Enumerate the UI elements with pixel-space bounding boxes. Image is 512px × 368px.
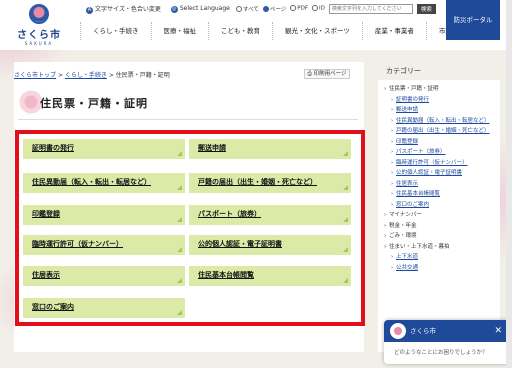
radio-icon — [290, 5, 297, 12]
globe-icon: ◎ — [170, 6, 178, 13]
radio-icon — [312, 5, 319, 12]
sidebar-item[interactable]: 住民基本台帳閲覧 — [382, 191, 498, 199]
sidebar-list: 住民票・戸籍・証明 証明書の発行 郵送申請 住民異動届（転入・転出・転居など） … — [382, 86, 498, 275]
scope-page[interactable]: ページ — [262, 5, 286, 13]
gnav-item[interactable]: 産業・事業者 — [361, 22, 426, 40]
chat-header: さくら市 ✕ — [384, 320, 510, 342]
sidebar-item[interactable]: 住民異動届（転入・転出・転居など） — [382, 118, 498, 126]
sidebar-item[interactable]: 郵送申請 — [382, 107, 498, 115]
gnav-item[interactable]: こども・教育 — [208, 22, 272, 40]
breadcrumb-link-kurashi[interactable]: くらし・手続き — [65, 72, 107, 79]
sidebar-item[interactable]: 臨時運行許可（仮ナンバー） — [382, 160, 498, 168]
scope-pdf[interactable]: PDF — [290, 5, 308, 12]
bousai-portal-button[interactable]: 防災ポータル — [446, 0, 500, 40]
site-header: さくら市 SAKURA A 文字サイズ・色合い変更 ◎ Select Languag… — [0, 0, 512, 50]
sidebar-item[interactable]: パスポート（旅券） — [382, 149, 498, 157]
sidebar-category[interactable]: 住まい・上下水道・暮拍 — [382, 244, 498, 252]
breadcrumb-separator: > — [108, 72, 116, 79]
font-size-icon: A — [86, 7, 93, 14]
category-link[interactable]: 戸籍の届出（出生・婚姻・死亡など） — [189, 173, 351, 193]
sidebar-category[interactable]: 税金・年金 — [382, 223, 498, 231]
chat-message: どのようなことにお困りでしょうか？ — [394, 350, 488, 356]
sidebar-item[interactable]: 公共交通 — [382, 265, 498, 273]
category-link[interactable]: 公的個人認証・電子証明書 — [189, 235, 351, 255]
category-link[interactable]: パスポート（旅券） — [189, 205, 351, 225]
sidebar-item[interactable]: 戸籍の届出（出生・婚姻・死亡など） — [382, 128, 498, 136]
utility-links: A 文字サイズ・色合い変更 ◎ Select Language — [86, 3, 230, 15]
gnav-item[interactable]: くらし・手続き — [80, 22, 151, 40]
sidebar-category[interactable]: ごみ・環境 — [382, 233, 498, 241]
sidebar-item[interactable]: 住居表示 — [382, 181, 498, 189]
category-link[interactable]: 臨時運行許可（仮ナンバー） — [23, 235, 185, 255]
sidebar-item[interactable]: 上下水道 — [382, 254, 498, 262]
close-icon[interactable]: ✕ — [494, 320, 502, 342]
breadcrumb-link-top[interactable]: さくら市トップ — [14, 72, 56, 79]
chat-title: さくら市 — [410, 327, 436, 335]
page-title: 住民票・戸籍・証明 — [40, 97, 148, 110]
category-link[interactable]: 印鑑登録 — [23, 205, 185, 225]
category-link[interactable]: 住民異動届（転入・転出・転居など） — [23, 173, 185, 193]
sidebar-item[interactable]: 印鑑登録 — [382, 139, 498, 147]
scope-id[interactable]: ID — [312, 5, 325, 12]
scope-all[interactable]: すべて — [236, 5, 259, 13]
highlight-box — [15, 130, 365, 326]
breadcrumb: さくら市トップ > くらし・手続き > 住民票・戸籍・証明 — [14, 70, 170, 79]
language-link[interactable]: ◎ Select Language — [170, 5, 230, 13]
search-button[interactable]: 検索 — [416, 3, 436, 14]
global-nav: くらし・手続き 医療・福祉 こども・教育 観光・文化・スポーツ 産業・事業者 市… — [80, 22, 477, 40]
breadcrumb-current: 住民票・戸籍・証明 — [115, 72, 170, 79]
gnav-item[interactable]: 観光・文化・スポーツ — [272, 22, 362, 40]
logo-subtext: SAKURA — [24, 41, 54, 46]
breadcrumb-separator: > — [57, 72, 65, 79]
category-link[interactable]: 窓口のご案内 — [23, 298, 185, 318]
site-logo[interactable]: さくら市 SAKURA — [14, 4, 64, 46]
scrollbar[interactable] — [506, 0, 512, 368]
print-page-button[interactable]: ⎙ 印刷用ページ — [304, 69, 350, 79]
sidebar-item[interactable]: 証明書の発行 — [382, 97, 498, 105]
category-link[interactable]: 住居表示 — [23, 266, 185, 286]
radio-icon — [236, 6, 242, 12]
sidebar-item[interactable]: 窓口のご案内 — [382, 202, 498, 210]
search-input[interactable] — [328, 3, 413, 14]
sidebar-item-current[interactable]: 住民票・戸籍・証明 — [382, 86, 498, 94]
logo-mark-icon — [29, 4, 49, 24]
chat-avatar — [390, 323, 406, 339]
page-title-area: 住民票・戸籍・証明 — [16, 88, 358, 120]
font-color-link[interactable]: A 文字サイズ・色合い変更 — [86, 4, 161, 14]
category-link[interactable]: 住民基本台帳閲覧 — [189, 266, 351, 286]
gnav-item[interactable]: 医療・福祉 — [150, 22, 209, 40]
category-link[interactable]: 証明書の発行 — [23, 139, 185, 159]
category-link[interactable]: 郵送申請 — [189, 139, 351, 159]
logo-text: さくら市 — [17, 30, 61, 41]
chat-widget[interactable]: さくら市 ✕ どのようなことにお困りでしょうか？ — [384, 320, 510, 364]
radio-selected-icon — [262, 6, 269, 12]
sidebar-heading: カテゴリー — [378, 62, 500, 80]
site-search: すべて ページ PDF ID 検索 — [236, 3, 436, 14]
sidebar-category[interactable]: マイナンバー — [382, 212, 498, 220]
sidebar-item[interactable]: 公的個人認証・電子証明書 — [382, 170, 498, 178]
